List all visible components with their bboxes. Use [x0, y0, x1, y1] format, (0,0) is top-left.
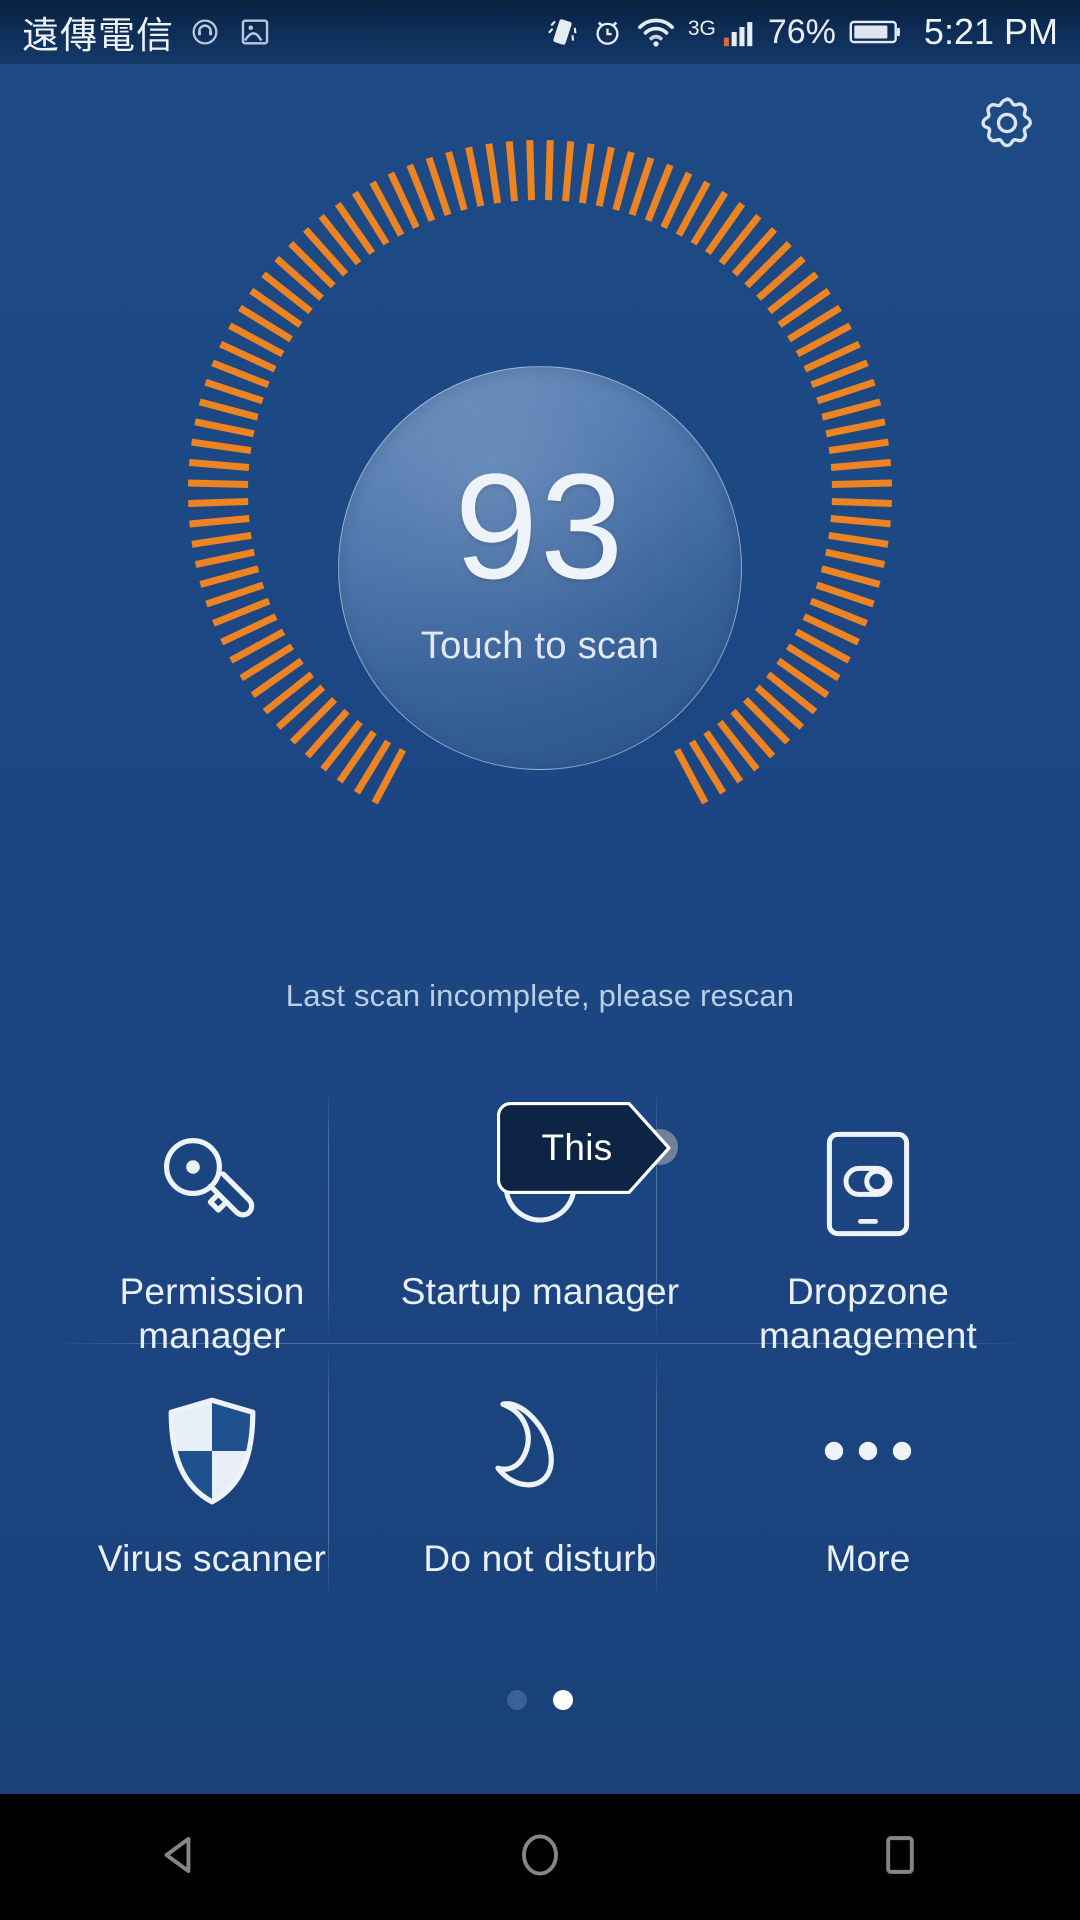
shortcut-dropzone-management[interactable]: Dropzone management	[704, 1090, 1032, 1357]
scan-score-value: 93	[454, 441, 626, 610]
scan-score-button[interactable]: 93 Touch to scan	[338, 366, 742, 770]
shortcut-do-not-disturb[interactable]: Do not disturb	[376, 1357, 704, 1600]
signal-bars-icon	[721, 15, 755, 49]
clock-label: 5:21 PM	[923, 11, 1058, 52]
nav-recents-button[interactable]	[825, 1794, 975, 1920]
security-app-screen: 遠傳電信 3G 76% 5:21 PM 93 Touch to scan Las…	[0, 0, 1080, 1920]
vibrate-icon	[547, 15, 578, 49]
nav-back-button[interactable]	[105, 1794, 255, 1920]
navigation-bar	[0, 1794, 1080, 1920]
page-dot-1[interactable]	[507, 1690, 527, 1710]
shortcut-label: Virus scanner	[97, 1538, 327, 1580]
screenshot-image-icon	[238, 15, 272, 49]
status-bar-right-icons: 3G 76% 5:21 PM	[547, 11, 1058, 53]
battery-percent-label: 76%	[767, 12, 836, 51]
phone-toggle-icon	[825, 1128, 911, 1240]
tutorial-callout[interactable]: This	[497, 1102, 677, 1194]
carrier-label: 遠傳電信	[22, 14, 174, 57]
shield-icon	[164, 1395, 260, 1507]
status-bar: 遠傳電信 3G 76% 5:21 PM	[0, 0, 1080, 64]
wifi-icon	[637, 15, 675, 49]
moon-icon	[490, 1395, 590, 1507]
shortcut-virus-scanner[interactable]: Virus scanner	[48, 1357, 376, 1600]
scan-status-message: Last scan incomplete, please rescan	[285, 978, 795, 1013]
network-type-label: 3G	[687, 17, 716, 40]
shortcut-label: Permission manager	[119, 1271, 305, 1356]
alarm-clock-icon	[591, 15, 624, 49]
shortcut-label: Dropzone management	[759, 1271, 977, 1356]
back-triangle-icon[interactable]	[153, 1828, 207, 1887]
shortcut-permission-manager[interactable]: Permission manager	[48, 1090, 376, 1357]
battery-icon	[849, 17, 901, 47]
scan-action-label: Touch to scan	[420, 624, 660, 667]
nav-home-button[interactable]	[465, 1794, 615, 1920]
key-icon	[154, 1128, 270, 1240]
page-indicator[interactable]	[0, 1690, 1080, 1710]
ellipsis-icon	[820, 1395, 916, 1507]
home-circle-icon[interactable]	[513, 1828, 567, 1887]
recents-square-icon[interactable]	[873, 1828, 927, 1887]
scanner-dial: 93 Touch to scan	[0, 112, 1080, 852]
status-bar-left-icons	[188, 15, 272, 49]
shortcut-label: More	[825, 1538, 911, 1580]
shortcut-more[interactable]: More	[704, 1357, 1032, 1600]
shortcut-label: Startup manager	[400, 1271, 680, 1312]
headset-icon	[188, 15, 222, 49]
shortcut-label: Do not disturb	[423, 1538, 657, 1580]
callout-label: This	[541, 1127, 613, 1168]
page-dot-2[interactable]	[553, 1690, 573, 1710]
